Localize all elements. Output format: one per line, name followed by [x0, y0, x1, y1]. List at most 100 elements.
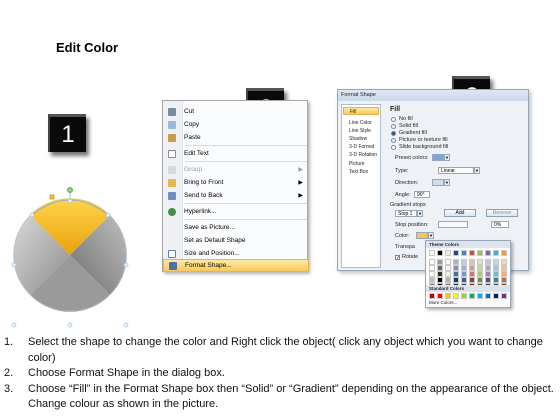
submenu-arrow-icon: ▶ [298, 180, 303, 186]
transparency-label: Transpa [395, 244, 415, 250]
color-swatch[interactable] [437, 250, 443, 256]
section-heading: Fill [390, 106, 401, 113]
radio-label-picture-fill: Picture or texture fill [399, 137, 448, 143]
direction-button[interactable] [432, 179, 444, 186]
color-swatch[interactable] [445, 293, 451, 299]
color-swatch[interactable] [469, 250, 475, 256]
nav-shadow[interactable]: Shadow [343, 135, 379, 143]
nav-fill[interactable]: Fill [343, 107, 379, 115]
scissors-icon [168, 107, 176, 116]
menu-item-group[interactable]: Group ▶ [163, 163, 309, 176]
menu-item-save-as-picture[interactable]: Save as Picture... [163, 221, 309, 234]
nav-picture[interactable]: Picture [343, 160, 379, 168]
menu-item-send-to-back[interactable]: Send to Back ▶ [163, 189, 309, 202]
color-swatch[interactable] [493, 250, 499, 256]
menu-item-copy[interactable]: Copy [163, 118, 309, 131]
standard-colors-header: Standard Colors [426, 285, 510, 292]
chevron-down-icon[interactable]: ▼ [444, 154, 450, 161]
add-stop-button[interactable]: Add [444, 209, 476, 217]
rotate-checkbox[interactable]: ✓ [395, 255, 400, 261]
gradient-stops-label: Gradient stops [390, 202, 426, 208]
menu-item-bring-to-front[interactable]: Bring to Front ▶ [163, 176, 309, 189]
dialog-title: Format Shape [338, 90, 528, 101]
type-select[interactable]: Linear [438, 167, 474, 174]
angle-label: Angle: [395, 192, 411, 198]
color-swatch[interactable] [485, 293, 491, 299]
paste-icon [168, 133, 176, 142]
radio-solid-fill[interactable] [391, 124, 396, 129]
remove-stop-button[interactable]: Remove [486, 209, 518, 217]
color-swatch[interactable] [453, 250, 459, 256]
color-swatch[interactable] [461, 293, 467, 299]
color-swatch[interactable] [493, 293, 499, 299]
nav-3d-rotation[interactable]: 3-D Rotation [343, 151, 379, 159]
size-position-icon [168, 249, 176, 258]
stop-position-input[interactable]: 0% [491, 221, 509, 228]
menu-item-paste[interactable]: Paste [163, 131, 309, 144]
radio-label-no-fill: No fill [399, 116, 413, 122]
context-menu: Cut Copy Paste Edit Text Group ▶ Bring t… [162, 100, 309, 272]
bring-to-front-icon [168, 178, 176, 187]
menu-item-edit-text[interactable]: Edit Text [163, 147, 309, 160]
chevron-down-icon[interactable]: ▼ [474, 167, 480, 174]
menu-item-cut[interactable]: Cut [163, 105, 309, 118]
submenu-arrow-icon: ▶ [298, 167, 303, 173]
page-title: Edit Color [56, 40, 119, 55]
step-badge-1: 1 [48, 114, 86, 152]
nav-line-color[interactable]: Line Color [343, 119, 379, 127]
color-palette-dropdown: Theme Colors Standard Colors More Colors… [425, 240, 511, 308]
nav-text-box[interactable]: Text Box [343, 168, 379, 176]
color-swatch[interactable] [501, 293, 507, 299]
menu-item-format-shape[interactable]: Format Shape... [163, 259, 309, 272]
color-swatch[interactable] [461, 250, 467, 256]
more-colors-link[interactable]: More Colors... [429, 300, 457, 305]
color-swatch[interactable] [485, 250, 491, 256]
radio-label-gradient-fill: Gradient fill [399, 130, 427, 136]
stop-select[interactable]: Stop 1 [395, 210, 417, 217]
send-to-back-icon [168, 191, 176, 200]
hyperlink-icon [168, 207, 176, 216]
color-swatch[interactable] [501, 250, 507, 256]
radio-label-solid-fill: Solid fill [399, 123, 418, 129]
nav-line-style[interactable]: Line Style [343, 127, 379, 135]
direction-label: Direction: [395, 180, 419, 186]
radio-picture-fill[interactable] [391, 138, 396, 143]
nav-3d-format[interactable]: 3-D Format [343, 143, 379, 151]
color-swatch[interactable] [429, 293, 435, 299]
color-swatch[interactable] [469, 293, 475, 299]
chevron-down-icon[interactable]: ▼ [428, 232, 434, 239]
edit-text-icon [168, 149, 176, 158]
list-item: 3. Choose “Fill” in the Format Shape box… [4, 382, 554, 411]
type-label: Type: [395, 168, 409, 174]
radio-label-slide-background-fill: Slide background fill [399, 144, 449, 150]
submenu-arrow-icon: ▶ [298, 193, 303, 199]
color-swatch[interactable] [477, 250, 483, 256]
color-swatch[interactable] [445, 250, 451, 256]
color-swatch[interactable] [429, 250, 435, 256]
instruction-list: 1. Select the shape to change the color … [4, 335, 556, 413]
stop-position-slider[interactable] [438, 221, 468, 228]
chevron-down-icon[interactable]: ▼ [444, 179, 450, 186]
color-button[interactable] [416, 232, 428, 239]
radio-no-fill[interactable] [391, 117, 396, 122]
radio-gradient-fill[interactable] [391, 131, 396, 136]
list-item: 1. Select the shape to change the color … [4, 336, 543, 364]
chevron-down-icon[interactable]: ▼ [417, 210, 423, 217]
menu-item-set-as-default-shape[interactable]: Set as Default Shape [163, 234, 309, 247]
stop-position-label: Stop position: [395, 222, 429, 228]
group-icon [168, 165, 176, 174]
format-shape-icon [169, 261, 177, 270]
color-label: Color: [395, 233, 410, 239]
copy-icon [168, 120, 176, 129]
menu-item-hyperlink[interactable]: Hyperlink... [163, 205, 309, 218]
radio-slide-background-fill[interactable] [391, 145, 396, 150]
angle-input[interactable]: 90° [414, 191, 430, 198]
pie-shape-illustration[interactable] [10, 180, 140, 330]
preset-colors-button[interactable] [432, 154, 444, 161]
list-item: 2. Choose Format Shape in the dialog box… [4, 367, 225, 379]
color-swatch[interactable] [453, 293, 459, 299]
rotate-label: Rotate [402, 254, 419, 260]
preset-colors-label: Preset colors: [395, 155, 429, 161]
color-swatch[interactable] [437, 293, 443, 299]
color-swatch[interactable] [477, 293, 483, 299]
